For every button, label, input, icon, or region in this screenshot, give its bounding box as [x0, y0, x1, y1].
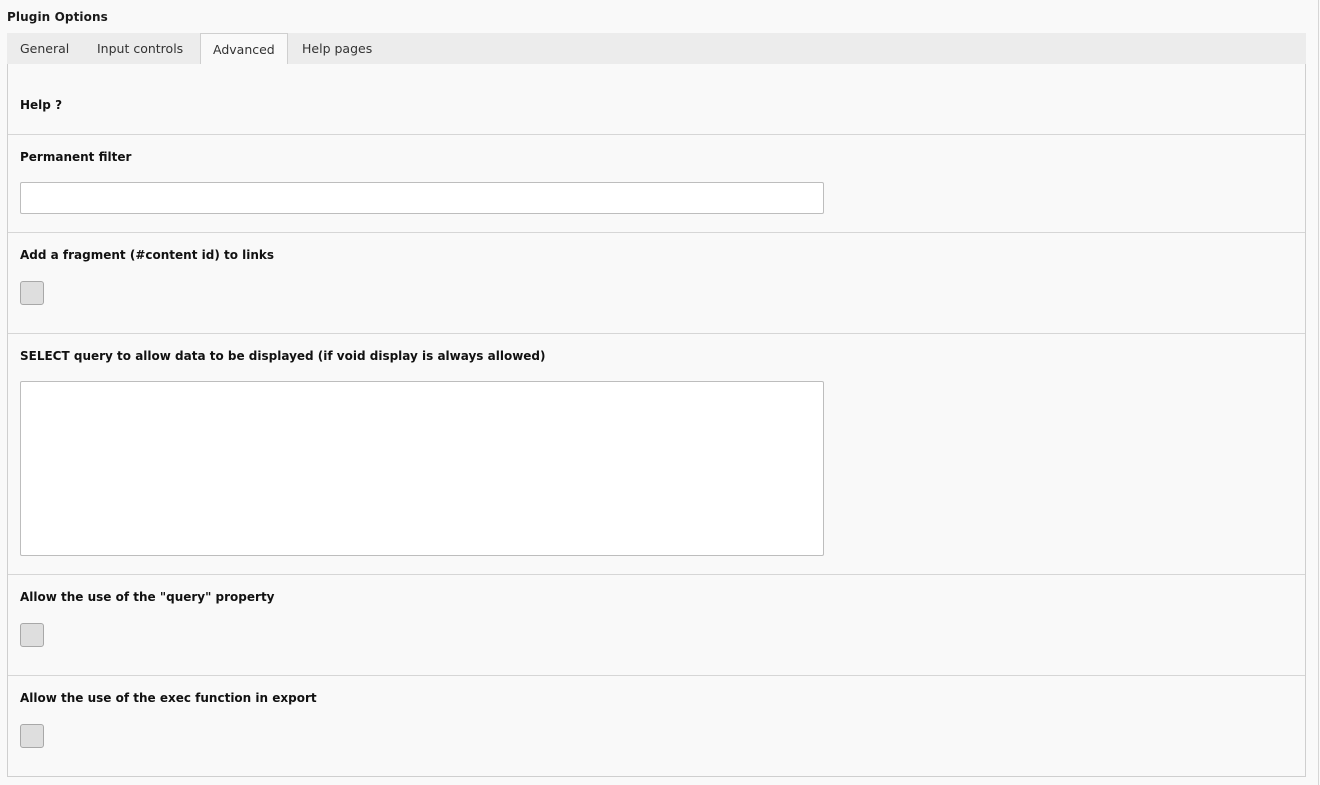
select-query-textarea[interactable] [20, 381, 824, 556]
exec-function-section: Allow the use of the exec function in ex… [8, 676, 1305, 776]
select-query-section: SELECT query to allow data to be display… [8, 334, 1305, 575]
tab-input-controls[interactable]: Input controls [85, 33, 195, 64]
exec-function-checkbox[interactable] [20, 724, 44, 748]
page-title: Plugin Options [7, 10, 108, 24]
tab-help-pages[interactable]: Help pages [290, 33, 384, 64]
tab-bar: General Input controls Advanced Help pag… [7, 33, 1306, 65]
permanent-filter-input[interactable] [20, 182, 824, 214]
plugin-options-page: Plugin Options General Input controls Ad… [0, 0, 1320, 785]
exec-function-label: Allow the use of the exec function in ex… [20, 691, 317, 705]
tab-general[interactable]: General [8, 33, 81, 64]
fragment-label: Add a fragment (#content id) to links [20, 248, 275, 262]
help-section: Help ? [8, 64, 1305, 135]
tab-advanced[interactable]: Advanced [200, 33, 288, 65]
fragment-section: Add a fragment (#content id) to links [8, 233, 1305, 334]
query-property-label: Allow the use of the "query" property [20, 590, 275, 604]
help-label[interactable]: Help ? [20, 98, 62, 112]
select-query-label: SELECT query to allow data to be display… [20, 349, 546, 363]
right-border [1318, 0, 1319, 785]
query-property-checkbox[interactable] [20, 623, 44, 647]
query-property-section: Allow the use of the "query" property [8, 575, 1305, 676]
advanced-panel: Help ? Permanent filter Add a fragment (… [7, 64, 1306, 777]
fragment-checkbox[interactable] [20, 281, 44, 305]
permanent-filter-label: Permanent filter [20, 150, 132, 164]
permanent-filter-section: Permanent filter [8, 135, 1305, 233]
